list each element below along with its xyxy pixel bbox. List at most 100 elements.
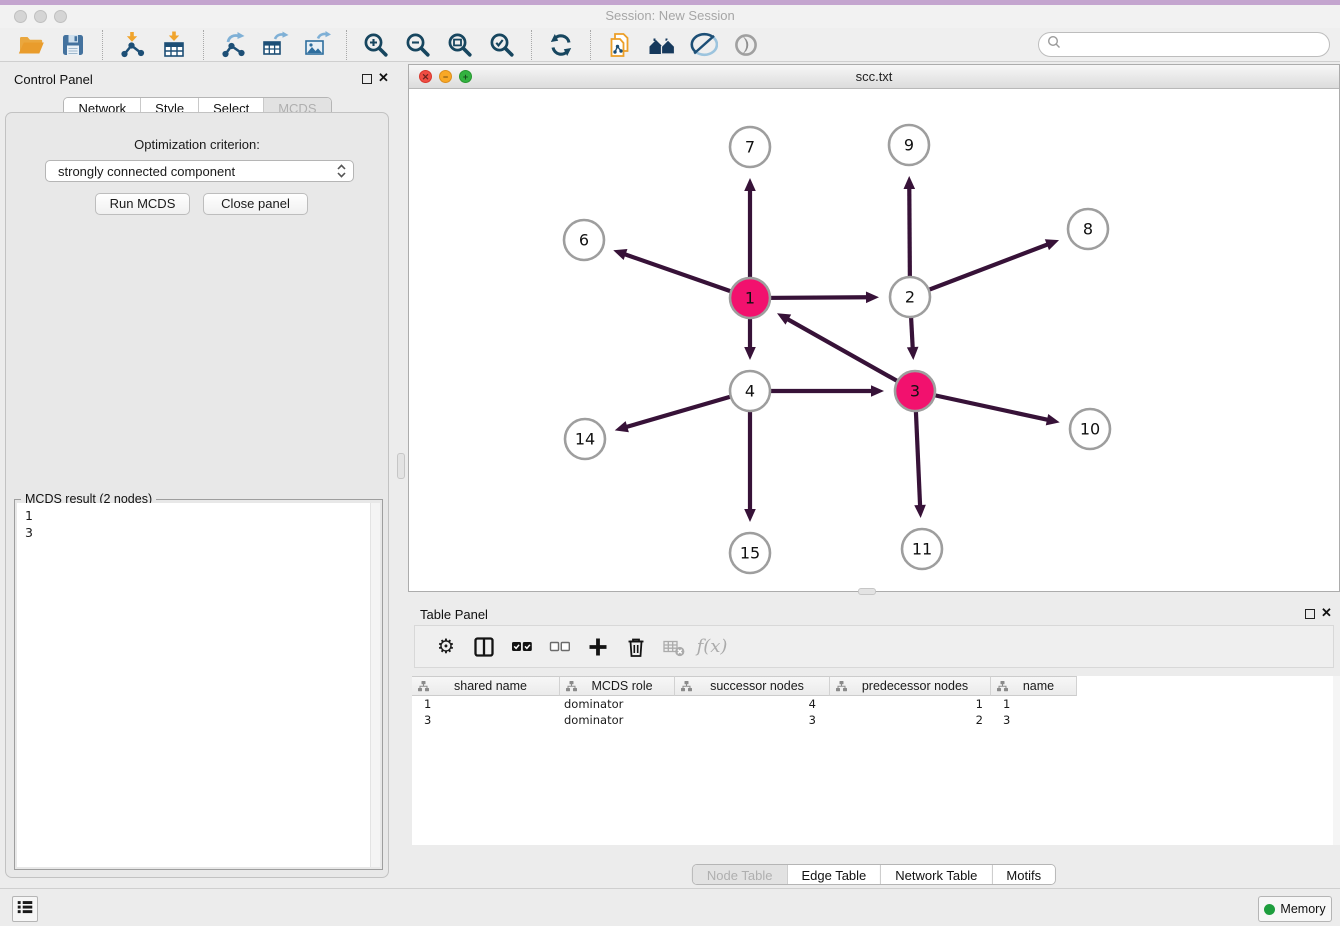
log-console-button[interactable] — [12, 896, 38, 922]
vertical-splitter-grip[interactable] — [397, 453, 405, 479]
tab-network-table[interactable]: Network Table — [880, 865, 991, 884]
graph-node-10[interactable]: 10 — [1070, 409, 1110, 449]
table-panel-title: Table Panel — [420, 607, 488, 622]
graph-node-3[interactable]: 3 — [895, 371, 935, 411]
import-table-icon[interactable] — [158, 30, 190, 60]
svg-text:6: 6 — [579, 231, 589, 250]
criterion-value: strongly connected component — [58, 164, 235, 179]
result-scrollbar[interactable] — [370, 503, 380, 867]
graph-node-7[interactable]: 7 — [730, 127, 770, 167]
graph-edge-1-6[interactable] — [613, 249, 750, 298]
toolbar-separator — [203, 30, 204, 60]
import-network-icon[interactable] — [116, 30, 148, 60]
svg-text:10: 10 — [1080, 420, 1100, 439]
show-graphics-icon[interactable] — [730, 30, 762, 60]
search-input[interactable] — [1061, 37, 1329, 52]
app-title: Session: New Session — [0, 8, 1340, 23]
zoom-selected-icon[interactable] — [486, 30, 518, 60]
column-header-shared-name[interactable]: shared name — [412, 676, 560, 696]
svg-text:2: 2 — [905, 288, 915, 307]
table-row[interactable]: 3dominator323 — [412, 712, 1336, 728]
network-window-titlebar[interactable]: ✕ − + scc.txt — [409, 65, 1339, 89]
table-tabs: Node TableEdge TableNetwork TableMotifs — [692, 864, 1056, 885]
control-panel-float-icon[interactable] — [362, 74, 372, 84]
hide-columns-icon[interactable] — [545, 634, 575, 660]
table-cell: 3 — [991, 712, 1077, 728]
svg-text:14: 14 — [575, 430, 595, 449]
toolbar-separator — [102, 30, 103, 60]
table-cell: dominator — [560, 712, 675, 728]
column-header-successor-nodes[interactable]: successor nodes — [675, 676, 830, 696]
graph-node-8[interactable]: 8 — [1068, 209, 1108, 249]
mcds-result-text[interactable]: 13 — [17, 503, 380, 867]
graph-node-4[interactable]: 4 — [730, 371, 770, 411]
create-column-icon[interactable] — [583, 634, 613, 660]
table-options-icon[interactable]: ⚙ — [431, 634, 461, 660]
delete-columns-icon[interactable] — [621, 634, 651, 660]
export-network-icon[interactable] — [217, 30, 249, 60]
save-session-icon[interactable] — [57, 30, 89, 60]
table-cell: 4 — [675, 696, 830, 712]
table-panel-close-icon[interactable]: ✕ — [1321, 605, 1332, 621]
control-panel-close-icon[interactable]: ✕ — [378, 70, 389, 86]
graph-edge-3-10[interactable] — [915, 391, 1060, 425]
criterion-dropdown[interactable]: strongly connected component — [45, 160, 354, 182]
refresh-view-icon[interactable] — [545, 30, 577, 60]
graph-node-9[interactable]: 9 — [889, 125, 929, 165]
main-toolbar-groups — [10, 30, 767, 60]
node-table: shared nameMCDS rolesuccessor nodesprede… — [412, 676, 1336, 845]
export-table-icon[interactable] — [259, 30, 291, 60]
table-row[interactable]: 1dominator411 — [412, 696, 1336, 712]
split-columns-icon[interactable] — [469, 634, 499, 660]
result-line: 1 — [25, 507, 380, 524]
first-neighbors-icon[interactable] — [646, 30, 678, 60]
svg-text:3: 3 — [910, 382, 920, 401]
table-panel-float-icon[interactable] — [1305, 609, 1315, 619]
optimization-criterion-label: Optimization criterion: — [6, 137, 388, 152]
graph-node-15[interactable]: 15 — [730, 533, 770, 573]
memory-button[interactable]: Memory — [1258, 896, 1332, 922]
graph-node-1[interactable]: 1 — [730, 278, 770, 318]
clone-network-icon[interactable] — [604, 30, 636, 60]
show-all-columns-icon[interactable] — [507, 634, 537, 660]
mcds-panel: Optimization criterion: strongly connect… — [5, 112, 389, 878]
table-cell: 1 — [991, 696, 1077, 712]
open-session-icon[interactable] — [15, 30, 47, 60]
svg-text:1: 1 — [745, 289, 755, 308]
zoom-out-icon[interactable] — [402, 30, 434, 60]
svg-text:7: 7 — [745, 138, 755, 157]
tab-edge-table[interactable]: Edge Table — [786, 865, 880, 884]
zoom-fit-icon[interactable] — [444, 30, 476, 60]
graph-node-6[interactable]: 6 — [564, 220, 604, 260]
control-panel: Control Panel ✕ NetworkStyleSelectMCDS O… — [0, 62, 395, 888]
column-header-predecessor-nodes[interactable]: predecessor nodes — [830, 676, 991, 696]
memory-status-icon — [1264, 904, 1275, 915]
toolbar-separator — [531, 30, 532, 60]
svg-text:4: 4 — [745, 382, 755, 401]
column-header-MCDS-role[interactable]: MCDS role — [560, 676, 675, 696]
zoom-in-icon[interactable] — [360, 30, 392, 60]
result-line: 3 — [25, 524, 380, 541]
horizontal-splitter-grip[interactable] — [858, 588, 876, 595]
graph-node-11[interactable]: 11 — [902, 529, 942, 569]
export-image-icon[interactable] — [301, 30, 333, 60]
close-panel-button[interactable]: Close panel — [203, 193, 308, 215]
chevron-updown-icon — [336, 163, 353, 179]
network-canvas[interactable]: 7 9 6 8 1 2 4 3 14 10 15 11 — [409, 89, 1339, 591]
hide-style-icon[interactable] — [688, 30, 720, 60]
column-header-name[interactable]: name — [991, 676, 1077, 696]
main-toolbar — [0, 28, 1340, 62]
table-cell: dominator — [560, 696, 675, 712]
graph-edge-3-1[interactable] — [777, 313, 915, 391]
graph-node-14[interactable]: 14 — [565, 419, 605, 459]
run-mcds-button[interactable]: Run MCDS — [95, 193, 190, 215]
graph-node-2[interactable]: 2 — [890, 277, 930, 317]
svg-text:9: 9 — [904, 136, 914, 155]
tab-motifs[interactable]: Motifs — [991, 865, 1055, 884]
table-scrollbar[interactable] — [1333, 676, 1340, 845]
search-box[interactable] — [1038, 32, 1330, 57]
list-icon — [15, 897, 35, 922]
tab-node-table[interactable]: Node Table — [693, 865, 787, 884]
graph-edge-2-8[interactable] — [910, 239, 1059, 297]
network-window-title: scc.txt — [409, 69, 1339, 84]
